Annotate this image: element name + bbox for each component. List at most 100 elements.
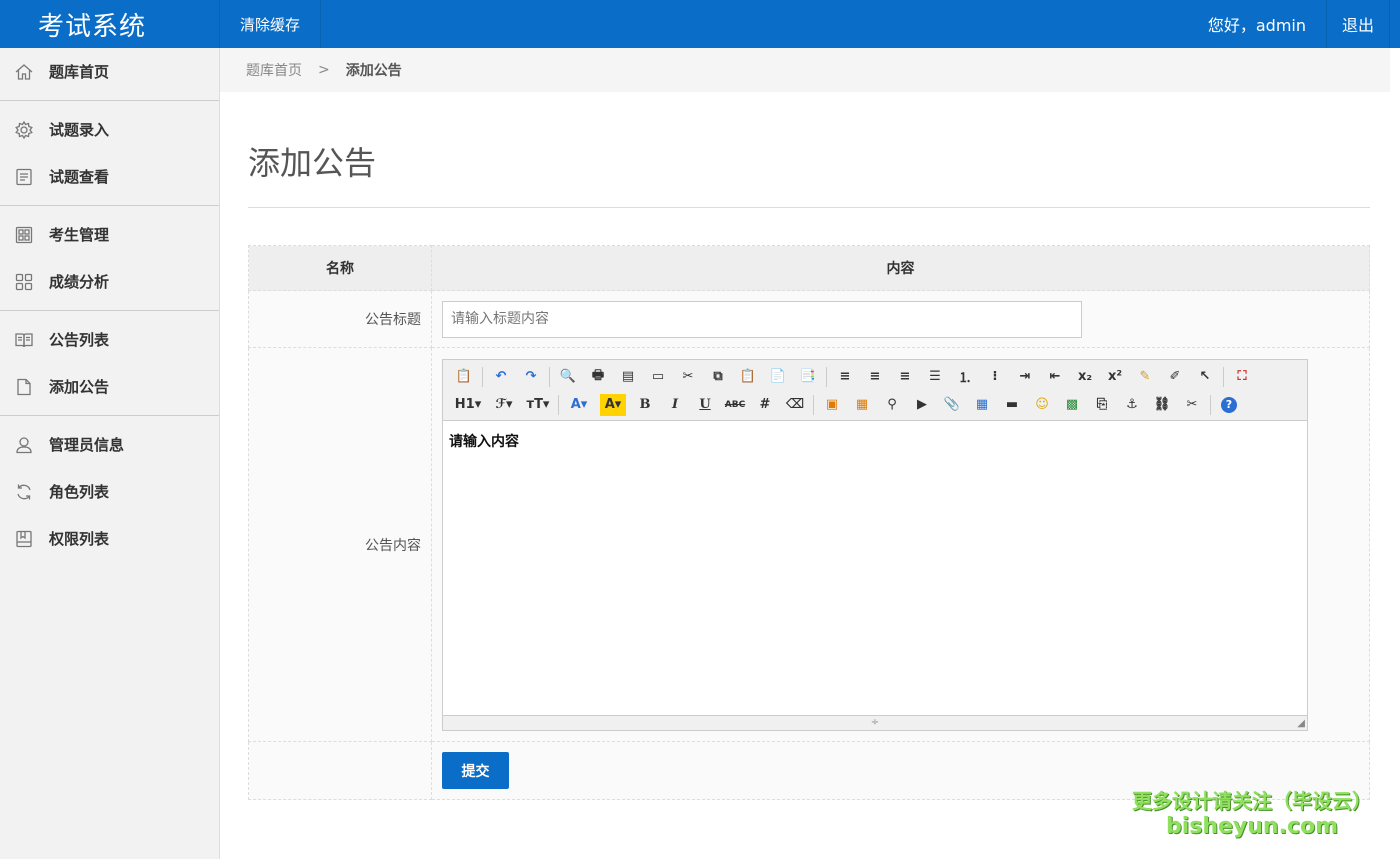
heading-icon[interactable]: H1▾	[453, 394, 483, 416]
font-size-icon[interactable]: тT▾	[525, 394, 551, 416]
sidebar-item-label: 试题查看	[49, 168, 110, 186]
map-icon[interactable]: ▩	[1061, 394, 1083, 416]
empty-label-cell	[248, 741, 432, 800]
page-break-icon[interactable]: ⎘	[1091, 394, 1113, 416]
sidebar-divider	[0, 310, 219, 311]
align-justify-icon[interactable]: ☰	[924, 366, 946, 388]
content-label: 公告内容	[248, 347, 432, 742]
rich-text-editor: 📋 ↶ ↷ 🔍 🖶 ▤ ▭ ✂ ⧉ 📋 📄 📑 ≡ ≡ ≡ ☰ ⒈ ⁝ ⇥ ⇤ …	[442, 358, 1308, 731]
sidebar-item-question-entry[interactable]: 试题录入	[0, 106, 219, 153]
breadcrumb-home-link[interactable]: 题库首页	[246, 60, 302, 80]
indent-icon[interactable]: ⇥	[1014, 366, 1036, 388]
page-title: 添加公告	[248, 144, 377, 182]
gear-icon	[13, 119, 35, 141]
font-color-icon[interactable]: A▾	[566, 394, 592, 416]
copy-icon[interactable]: ⧉	[707, 366, 729, 388]
superscript-icon[interactable]: x²	[1104, 366, 1126, 388]
strikethrough-icon[interactable]: ABC	[724, 394, 746, 416]
sidebar-item-label: 题库首页	[49, 63, 110, 81]
unordered-list-icon[interactable]: ⁝	[984, 366, 1006, 388]
submit-button[interactable]: 提交	[442, 752, 509, 789]
ordered-list-icon[interactable]: ⒈	[954, 366, 976, 388]
user-icon	[13, 434, 35, 456]
sidebar-item-admin-info[interactable]: 管理员信息	[0, 421, 219, 468]
horizontal-rule-icon[interactable]: #	[754, 394, 776, 416]
user-greeting: 您好，admin	[1188, 0, 1327, 48]
font-family-icon[interactable]: ℱ▾	[491, 394, 517, 416]
image-icon[interactable]: ▣	[821, 394, 843, 416]
print-icon[interactable]: 🖶	[587, 366, 609, 388]
preview-icon[interactable]: 🔍	[557, 366, 579, 388]
sidebar-item-permission-list[interactable]: 权限列表	[0, 515, 219, 562]
breadcrumb-current: 添加公告	[345, 63, 402, 79]
sidebar-item-label: 管理员信息	[49, 436, 125, 454]
template-icon[interactable]: ▤	[617, 366, 639, 388]
column-header-name: 名称	[248, 245, 432, 291]
eraser-icon[interactable]: ⌫	[784, 394, 806, 416]
paste-icon[interactable]: 📋	[737, 366, 759, 388]
file-icon	[13, 376, 35, 398]
title-row: 公告标题	[248, 290, 1370, 348]
clear-format-icon[interactable]: ✎	[1134, 366, 1156, 388]
title-divider	[248, 207, 1370, 208]
anchor-icon[interactable]: ⚓	[1121, 394, 1143, 416]
watermark-line1: 更多设计请关注（毕设云）	[1132, 789, 1372, 813]
sidebar-item-student-management[interactable]: 考生管理	[0, 211, 219, 258]
sidebar-item-notice-list[interactable]: 公告列表	[0, 316, 219, 363]
paste-word-icon[interactable]: 📑	[797, 366, 819, 388]
editor-content-area[interactable]: 请输入内容	[443, 421, 1307, 461]
table-icon[interactable]: ▦	[971, 394, 993, 416]
sidebar-item-label: 考生管理	[49, 226, 110, 244]
outdent-icon[interactable]: ⇤	[1044, 366, 1066, 388]
resize-corner-icon[interactable]: ◢	[1297, 718, 1305, 729]
code-icon[interactable]: ▭	[647, 366, 669, 388]
editor-resize-bar[interactable]: ÷	[443, 714, 1307, 730]
sidebar-item-role-list[interactable]: 角色列表	[0, 468, 219, 515]
flash-icon[interactable]: ⚲	[881, 394, 903, 416]
redo-icon[interactable]: ↷	[520, 366, 542, 388]
editor-toolbar-row: 📋 ↶ ↷ 🔍 🖶 ▤ ▭ ✂ ⧉ 📋 📄 📑 ≡ ≡ ≡ ☰ ⒈ ⁝ ⇥ ⇤ …	[449, 363, 1301, 391]
app-brand[interactable]: 考试系统	[0, 0, 220, 48]
sidebar-item-question-home[interactable]: 题库首页	[0, 48, 219, 95]
main-content: 题库首页 > 添加公告 添加公告 名称 内容 公告标题 公告内容 📋	[220, 48, 1390, 859]
breadcrumb-separator: >	[318, 62, 330, 78]
logout-link[interactable]: 退出	[1327, 0, 1390, 48]
paste-text-icon[interactable]: 📄	[767, 366, 789, 388]
subscript-icon[interactable]: x₂	[1074, 366, 1096, 388]
book-icon	[13, 329, 35, 351]
content-row: 公告内容 📋 ↶ ↷ 🔍 🖶 ▤ ▭ ✂ ⧉ 📋 📄 📑 ≡ ≡ ≡ ☰ ⒈ ⁝…	[248, 347, 1370, 742]
multi-image-icon[interactable]: ▦	[851, 394, 873, 416]
sidebar: 题库首页 试题录入 试题查看 考生管理 成绩分析 公告列表 添加公告 管理员信息…	[0, 48, 220, 859]
cut-icon[interactable]: ✂	[677, 366, 699, 388]
sidebar-item-score-analysis[interactable]: 成绩分析	[0, 258, 219, 305]
undo-icon[interactable]: ↶	[490, 366, 512, 388]
format-painter-icon[interactable]: ✐	[1164, 366, 1186, 388]
sidebar-item-label: 试题录入	[49, 121, 110, 139]
fullscreen-icon[interactable]: ⛶	[1231, 366, 1253, 388]
align-left-icon[interactable]: ≡	[834, 366, 856, 388]
sidebar-item-label: 角色列表	[49, 483, 110, 501]
italic-icon[interactable]: I	[664, 394, 686, 416]
source-icon[interactable]: 📋	[453, 366, 475, 388]
help-icon[interactable]: ?	[1221, 396, 1237, 413]
highlight-color-icon[interactable]: A▾	[600, 393, 626, 416]
title-input[interactable]	[442, 300, 1082, 338]
link-icon[interactable]: ⛓	[1151, 394, 1173, 416]
title-cell	[431, 290, 1370, 348]
sidebar-item-add-notice[interactable]: 添加公告	[0, 363, 219, 410]
emoticon-icon[interactable]: ☺	[1031, 394, 1053, 416]
unlink-icon[interactable]: ✂	[1181, 394, 1203, 416]
insert-row-icon[interactable]: ▬	[1001, 394, 1023, 416]
clear-cache-link[interactable]: 清除缓存	[220, 0, 322, 48]
align-center-icon[interactable]: ≡	[864, 366, 886, 388]
align-right-icon[interactable]: ≡	[894, 366, 916, 388]
select-all-icon[interactable]: ↖	[1194, 366, 1216, 388]
sidebar-item-question-view[interactable]: 试题查看	[0, 153, 219, 200]
video-icon[interactable]: ▶	[911, 394, 933, 416]
attachment-icon[interactable]: 📎	[941, 394, 963, 416]
bold-icon[interactable]: B	[634, 394, 656, 416]
watermark: 更多设计请关注（毕设云） bisheyun.com	[1132, 785, 1372, 839]
watermark-line2: bisheyun.com	[1165, 814, 1339, 839]
underline-icon[interactable]: U	[694, 394, 716, 416]
editor-toolbar: 📋 ↶ ↷ 🔍 🖶 ▤ ▭ ✂ ⧉ 📋 📄 📑 ≡ ≡ ≡ ☰ ⒈ ⁝ ⇥ ⇤ …	[443, 359, 1307, 421]
